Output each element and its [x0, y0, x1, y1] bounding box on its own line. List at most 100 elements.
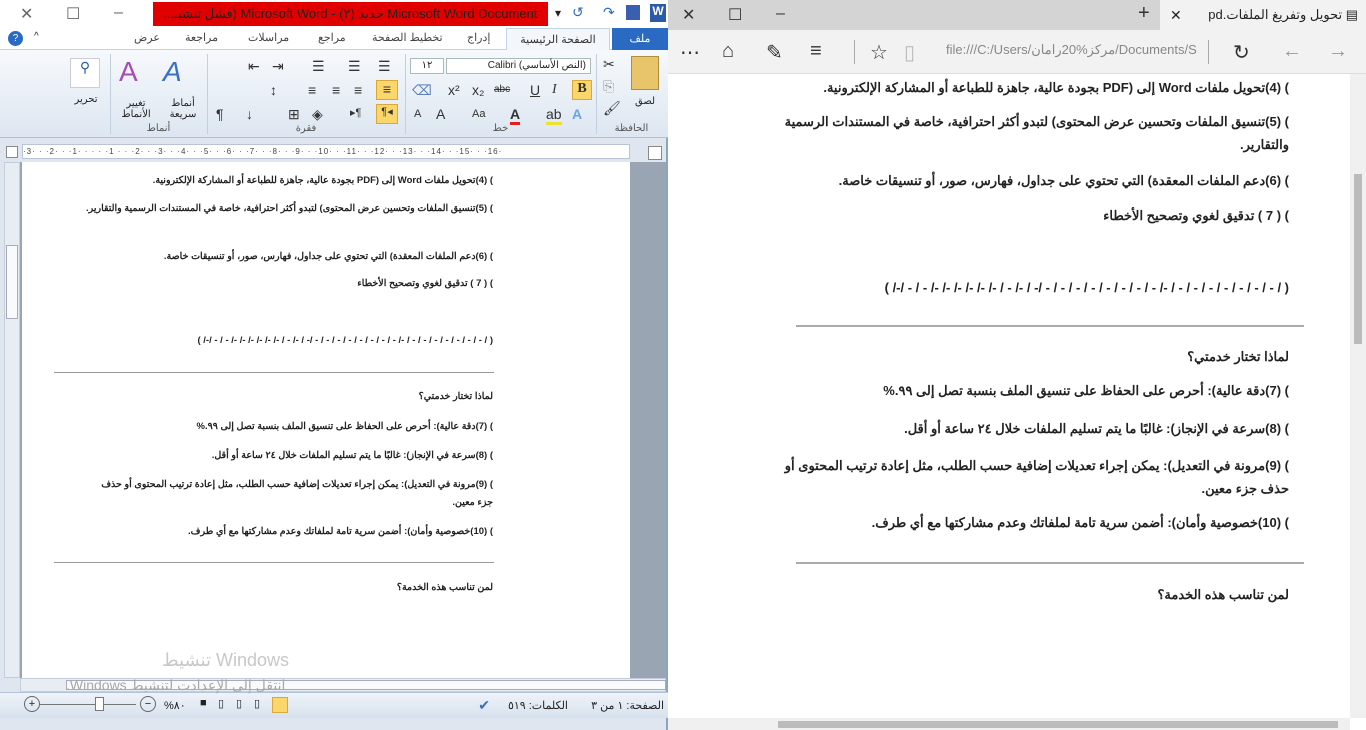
word-count[interactable]: الكلمات: ٥١٩	[508, 699, 568, 712]
horizontal-scrollbar[interactable]	[668, 718, 1350, 730]
quick-styles-icon[interactable]: A	[163, 56, 182, 88]
proofing-icon[interactable]: ✔	[478, 697, 490, 714]
vertical-scrollbar[interactable]	[4, 162, 20, 678]
page-count[interactable]: الصفحة: ١ من ٣	[591, 699, 664, 712]
italic-button[interactable]: I	[552, 82, 557, 98]
zoom-slider[interactable]	[40, 704, 136, 705]
full-screen-reading-icon[interactable]: ▯	[254, 697, 260, 710]
collapse-ribbon-icon[interactable]: ^	[34, 31, 39, 42]
change-styles-button[interactable]: تغيير الأنماط	[113, 98, 159, 120]
web-note-icon[interactable]: ✎	[766, 40, 783, 65]
tab-file[interactable]: ملف	[612, 28, 668, 50]
browser-tab[interactable]: ▤ تحويل وتفريغ الملفات.pd ✕	[1160, 0, 1366, 30]
change-case-icon[interactable]: Aa	[472, 108, 485, 120]
customize-qat-icon[interactable]: ▾	[555, 6, 561, 20]
tab-home[interactable]: الصفحة الرئيسية	[506, 28, 610, 51]
help-icon[interactable]: ?	[8, 31, 23, 46]
maximize-icon[interactable]: ☐	[728, 5, 742, 25]
web-layout-icon[interactable]: ▯	[236, 697, 242, 710]
zoom-slider-thumb[interactable]	[95, 697, 104, 711]
superscript-button[interactable]: x²	[448, 82, 460, 98]
undo-icon[interactable]: ↺	[572, 4, 584, 21]
minimize-icon[interactable]: –	[114, 4, 123, 22]
grow-font-icon[interactable]: A	[436, 106, 445, 122]
multilevel-list-icon[interactable]: ☰	[312, 58, 325, 75]
document-page[interactable]: ) (4)تحويل ملفات Word إلى (PDF بجودة عال…	[22, 162, 630, 678]
borders-icon[interactable]: ⊞	[288, 106, 300, 123]
increase-indent-icon[interactable]: ⇤	[248, 58, 260, 75]
bullets-icon[interactable]: ☰	[378, 58, 391, 75]
outline-icon[interactable]: ▯	[218, 697, 224, 710]
justify-icon[interactable]: ≡	[308, 82, 316, 98]
cut-icon[interactable]: ✂	[603, 56, 615, 73]
section-heading: لمن تناسب هذه الخدمة؟	[396, 582, 493, 593]
find-icon[interactable]: ⚲	[70, 58, 100, 88]
back-icon[interactable]: ←	[1282, 40, 1302, 63]
section-heading: لمن تناسب هذه الخدمة؟	[1157, 587, 1289, 602]
strikethrough-button[interactable]: abc	[494, 84, 510, 95]
vertical-scrollbar[interactable]	[1350, 74, 1366, 718]
shrink-font-icon[interactable]: A	[414, 108, 421, 120]
clear-formatting-icon[interactable]: ⌫	[412, 82, 432, 99]
tab-selector[interactable]	[6, 146, 18, 158]
text-effects-icon[interactable]: A	[572, 106, 582, 122]
subscript-button[interactable]: x₂	[472, 82, 484, 98]
maximize-icon[interactable]: ☐	[66, 4, 80, 24]
quick-styles-button[interactable]: أنماط سريعة	[161, 98, 205, 120]
tab-view[interactable]: عرض	[134, 31, 160, 44]
underline-button[interactable]: U	[530, 82, 540, 98]
line-spacing-icon[interactable]: ↕	[270, 82, 277, 98]
close-icon[interactable]: ✕	[20, 4, 33, 24]
zoom-level[interactable]: %٨٠	[164, 699, 186, 712]
editing-button[interactable]: تحرير	[68, 94, 104, 105]
tab-insert[interactable]: إدراج	[467, 31, 490, 44]
paste-icon[interactable]	[631, 56, 659, 90]
view-ruler-button[interactable]	[648, 146, 662, 160]
print-layout-button[interactable]	[272, 697, 288, 713]
scroll-thumb[interactable]	[6, 245, 18, 319]
tab-page-layout[interactable]: تخطيط الصفحة	[372, 31, 443, 44]
tab-review[interactable]: مراجعة	[185, 31, 218, 44]
bold-button[interactable]: B	[572, 80, 592, 100]
tab-references[interactable]: مراجع	[318, 31, 346, 44]
change-styles-icon[interactable]: A	[119, 56, 138, 88]
scroll-thumb[interactable]	[778, 721, 1338, 728]
font-name-select[interactable]: (النص الأساسي) Calibri	[446, 58, 591, 74]
sort-icon[interactable]: ↓	[246, 106, 253, 122]
font-size-select[interactable]: ١٢	[410, 58, 444, 74]
clipboard-label: الحافظة	[614, 123, 649, 134]
zoom-out-button[interactable]: −	[140, 696, 156, 712]
minimize-icon[interactable]: –	[776, 5, 785, 23]
hub-icon[interactable]: ≡	[810, 40, 822, 63]
show-marks-icon[interactable]: ¶	[216, 106, 224, 122]
share-icon[interactable]: ⌂	[722, 40, 734, 63]
close-icon[interactable]: ✕	[682, 5, 695, 25]
horizontal-ruler[interactable]: ·3· · ·2· · ·1· · · · ·1 · · ·2· · ·3· ·…	[22, 144, 630, 159]
shading-icon[interactable]: ◈	[312, 106, 323, 123]
scroll-thumb[interactable]	[1354, 174, 1362, 344]
align-right-button[interactable]: ≡	[376, 80, 398, 100]
numbering-icon[interactable]: ☰	[348, 58, 361, 75]
close-tab-icon[interactable]: ✕	[1170, 0, 1182, 30]
new-tab-button[interactable]: +	[1138, 2, 1150, 25]
zoom-in-button[interactable]: +	[24, 696, 40, 712]
refresh-icon[interactable]: ↻	[1233, 40, 1250, 65]
paste-button[interactable]: لصق	[635, 96, 655, 107]
address-bar[interactable]: file:///C:/Users/مركز%20رامان/Documents/…	[946, 42, 1208, 58]
more-icon[interactable]: ⋯	[680, 40, 700, 65]
decrease-indent-icon[interactable]: ⇥	[272, 58, 284, 75]
save-icon[interactable]	[626, 5, 640, 20]
align-left-icon[interactable]: ≡	[332, 82, 340, 98]
rtl-direction-button[interactable]: ¶◂	[376, 104, 398, 124]
reading-view-icon[interactable]: ▯	[904, 40, 915, 65]
forward-icon[interactable]: →	[1328, 40, 1348, 63]
draft-icon[interactable]: ■	[200, 697, 207, 709]
redo-icon[interactable]: ↷	[603, 4, 615, 21]
favorite-star-icon[interactable]: ☆	[870, 40, 888, 65]
ltr-direction-icon[interactable]: ▸¶	[350, 106, 361, 119]
format-painter-icon[interactable]: 🖌	[603, 100, 621, 117]
copy-icon[interactable]: ⎘	[603, 78, 614, 95]
tab-mailings[interactable]: مراسلات	[248, 31, 289, 44]
align-center-icon[interactable]: ≡	[354, 82, 362, 98]
pdf-content[interactable]: ) (4)تحويل ملفات Word إلى (PDF بجودة عال…	[668, 74, 1350, 718]
